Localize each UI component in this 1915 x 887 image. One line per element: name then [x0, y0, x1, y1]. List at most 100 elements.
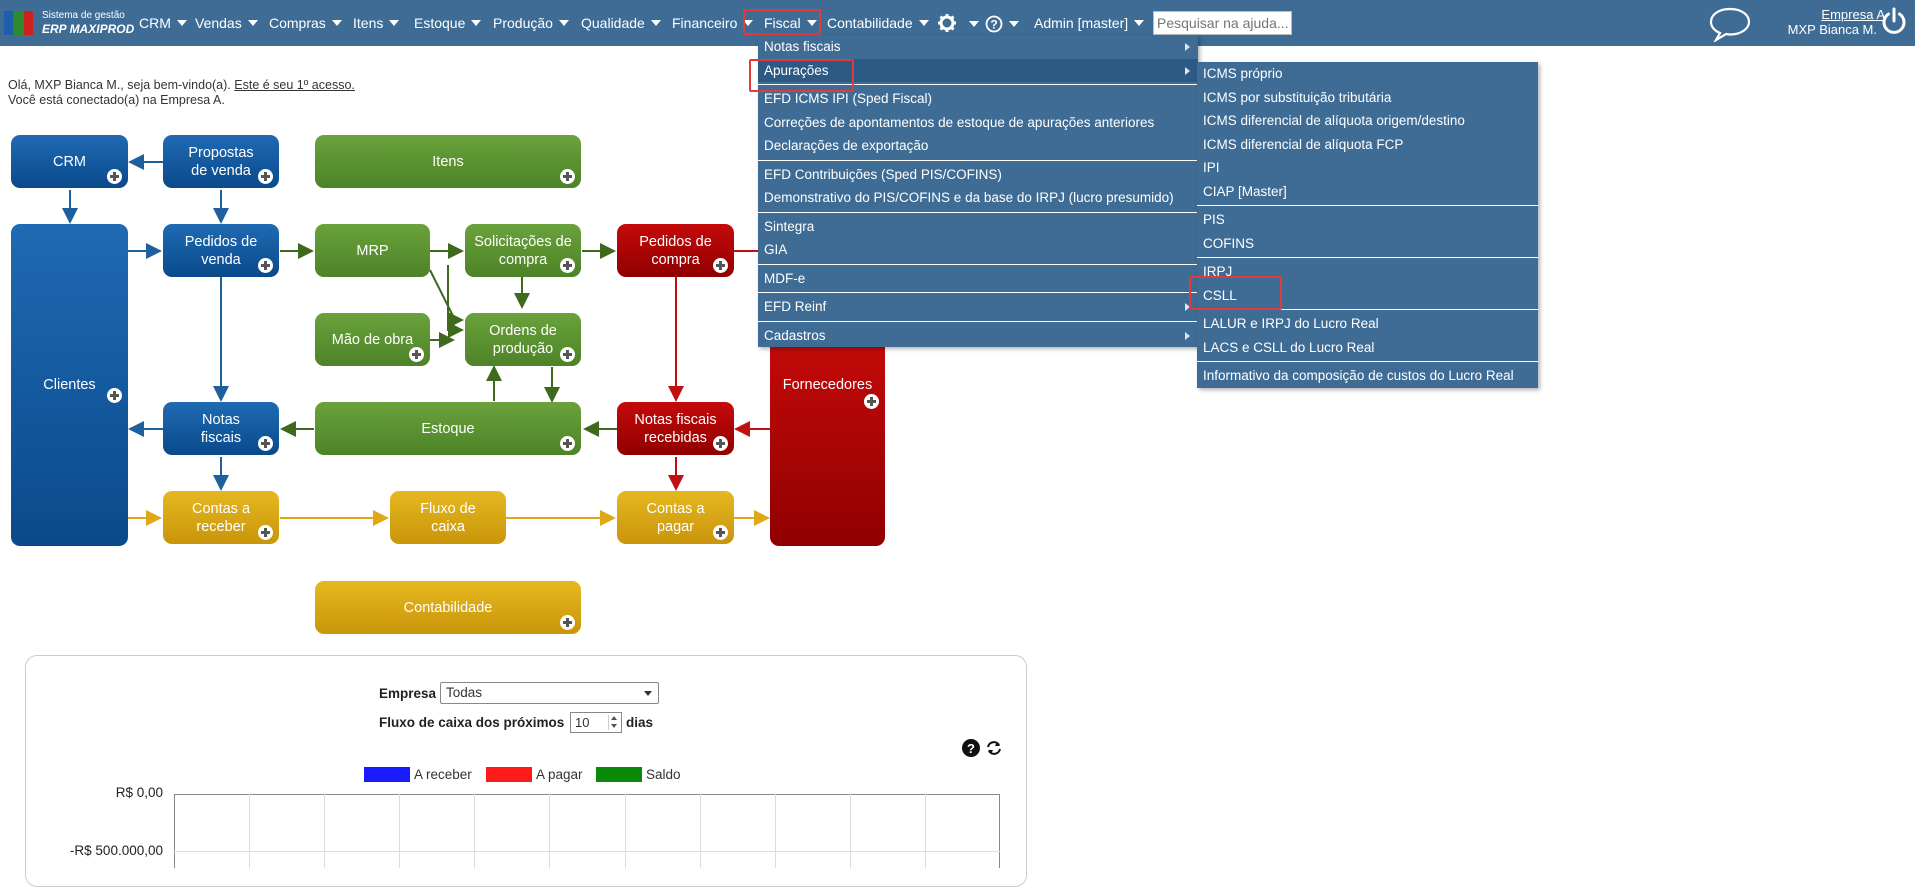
- menu-admin[interactable]: Admin [master]: [1034, 12, 1145, 34]
- add-icon[interactable]: [107, 169, 122, 184]
- apuracoes-menu-item[interactable]: Informativo da composição de custos do L…: [1197, 364, 1538, 388]
- menu-crm[interactable]: CRM: [139, 12, 187, 34]
- refresh-icon[interactable]: [985, 740, 1003, 756]
- chevron-down-icon: [969, 21, 979, 27]
- apuracoes-menu-item[interactable]: CIAP [Master]: [1197, 180, 1538, 204]
- add-icon[interactable]: [258, 169, 273, 184]
- spinner-icon[interactable]: [608, 715, 619, 730]
- apuracoes-menu-item[interactable]: IPI: [1197, 156, 1538, 180]
- add-icon[interactable]: [560, 258, 575, 273]
- flow-estoque[interactable]: Estoque: [315, 402, 581, 455]
- add-icon[interactable]: [560, 347, 575, 362]
- menu-producao[interactable]: Produção: [493, 12, 569, 34]
- fiscal-highlight: [743, 9, 821, 35]
- flow-pedidos-venda[interactable]: Pedidos de venda: [163, 224, 279, 277]
- chart-plot-area: [174, 794, 1000, 868]
- fiscal-menu-item[interactable]: Correções de apontamentos de estoque de …: [758, 111, 1198, 135]
- chevron-right-icon: [1185, 331, 1190, 340]
- fiscal-menu-item[interactable]: MDF-e: [758, 267, 1198, 291]
- flow-ordens-producao[interactable]: Ordens de produção: [465, 313, 581, 366]
- y-tick-label: R$ 0,00: [115, 785, 163, 800]
- chevron-down-icon: [918, 20, 929, 26]
- fiscal-menu-item[interactable]: EFD Contribuições (Sped PIS/COFINS): [758, 163, 1198, 187]
- menu-estoque[interactable]: Estoque: [414, 12, 482, 34]
- apuracoes-menu-item[interactable]: ICMS diferencial de alíquota origem/dest…: [1197, 109, 1538, 133]
- menu-vendas[interactable]: Vendas: [195, 12, 258, 34]
- legend-swatch: [364, 766, 410, 782]
- flow-pedidos-compra[interactable]: Pedidos de compra: [617, 224, 734, 277]
- menu-item-label: Sintegra: [764, 218, 815, 234]
- apuracoes-menu-item[interactable]: LACS e CSLL do Lucro Real: [1197, 336, 1538, 360]
- menu-contabilidade[interactable]: Contabilidade: [827, 12, 929, 34]
- help-icon[interactable]: ?: [961, 738, 981, 758]
- company-link[interactable]: Empresa A: [1821, 7, 1885, 22]
- menu-item-label: Declarações de exportação: [764, 138, 929, 153]
- menu-compras[interactable]: Compras: [269, 12, 342, 34]
- apuracoes-menu-item[interactable]: COFINS: [1197, 232, 1538, 256]
- help-menu[interactable]: ?: [985, 13, 1019, 35]
- add-icon[interactable]: [560, 436, 575, 451]
- chevron-down-icon: [331, 20, 342, 26]
- flow-contabilidade[interactable]: Contabilidade: [315, 581, 581, 634]
- empresa-select[interactable]: Todas: [440, 682, 659, 704]
- add-icon[interactable]: [258, 436, 273, 451]
- flow-fornecedores[interactable]: Fornecedores: [770, 340, 885, 546]
- add-icon[interactable]: [258, 258, 273, 273]
- svg-text:?: ?: [967, 741, 975, 756]
- legend-item-receber: A receber: [364, 766, 472, 782]
- add-icon[interactable]: [864, 394, 879, 409]
- chevron-down-icon: [1134, 20, 1145, 26]
- flow-clientes[interactable]: Clientes: [11, 224, 128, 546]
- apuracoes-menu-item[interactable]: ICMS por substituição tributária: [1197, 86, 1538, 110]
- flow-nf-recebidas[interactable]: Notas fiscais recebidas: [617, 402, 734, 455]
- fiscal-menu-item[interactable]: Demonstrativo do PIS/COFINS e da base do…: [758, 186, 1198, 210]
- apuracoes-menu-item[interactable]: PIS: [1197, 208, 1538, 232]
- menu-itens[interactable]: Itens: [353, 12, 400, 34]
- fluxo-label: Fluxo de caixa dos próximos: [379, 715, 565, 730]
- menu-separator: [1197, 257, 1538, 258]
- flow-notas-fiscais[interactable]: Notas fiscais: [163, 402, 279, 455]
- logo-line1: Sistema de gestão: [42, 10, 125, 21]
- flow-contas-pagar[interactable]: Contas a pagar: [617, 491, 734, 544]
- search-help-input[interactable]: [1153, 11, 1292, 35]
- add-icon[interactable]: [409, 347, 424, 362]
- apuracoes-submenu: ICMS próprio ICMS por substituição tribut…: [1197, 62, 1538, 388]
- menu-qualidade[interactable]: Qualidade: [581, 12, 661, 34]
- add-icon[interactable]: [107, 388, 122, 403]
- user-menu[interactable]: MXP Bianca M.: [1788, 22, 1885, 37]
- power-icon[interactable]: [1880, 7, 1908, 35]
- flow-crm[interactable]: CRM: [11, 135, 128, 188]
- flow-itens[interactable]: Itens: [315, 135, 581, 188]
- menu-financeiro[interactable]: Financeiro: [672, 12, 754, 34]
- first-access-link[interactable]: Este é seu 1º acesso.: [234, 78, 355, 92]
- menu-separator: [758, 159, 1198, 161]
- days-stepper[interactable]: 10: [570, 712, 622, 733]
- apuracoes-menu-item[interactable]: ICMS diferencial de alíquota FCP: [1197, 133, 1538, 157]
- flow-fluxo-caixa[interactable]: Fluxo de caixa: [390, 491, 506, 544]
- legend-item-saldo: Saldo: [596, 766, 681, 782]
- add-icon[interactable]: [560, 615, 575, 630]
- legend-swatch: [596, 766, 642, 782]
- add-icon[interactable]: [560, 169, 575, 184]
- fiscal-menu-item[interactable]: GIA: [758, 238, 1198, 262]
- fiscal-menu-item[interactable]: Declarações de exportação: [758, 134, 1198, 158]
- flow-mao-obra[interactable]: Mão de obra: [315, 313, 430, 366]
- app-logo[interactable]: Sistema de gestão ERP MAXIPROD: [2, 8, 134, 38]
- dias-label: dias: [626, 715, 654, 730]
- fiscal-menu-item[interactable]: Sintegra: [758, 215, 1198, 239]
- add-icon[interactable]: [713, 436, 728, 451]
- flow-propostas-venda[interactable]: Propostas de venda: [163, 135, 279, 188]
- add-icon[interactable]: [713, 525, 728, 540]
- fiscal-menu-item[interactable]: Cadastros: [758, 324, 1198, 348]
- apuracoes-menu-item[interactable]: ICMS próprio: [1197, 62, 1538, 86]
- add-icon[interactable]: [713, 258, 728, 273]
- fiscal-menu-item[interactable]: Notas fiscais: [758, 35, 1198, 59]
- flow-contas-receber[interactable]: Contas a receber: [163, 491, 279, 544]
- flow-solicitacoes-compra[interactable]: Solicitações de compra: [465, 224, 581, 277]
- apuracoes-menu-item[interactable]: LALUR e IRPJ do Lucro Real: [1197, 312, 1538, 336]
- flow-mrp[interactable]: MRP: [315, 224, 430, 277]
- settings-menu[interactable]: [937, 13, 979, 35]
- chevron-down-icon: [471, 20, 482, 26]
- add-icon[interactable]: [258, 525, 273, 540]
- fiscal-menu-item[interactable]: EFD Reinf: [758, 295, 1198, 319]
